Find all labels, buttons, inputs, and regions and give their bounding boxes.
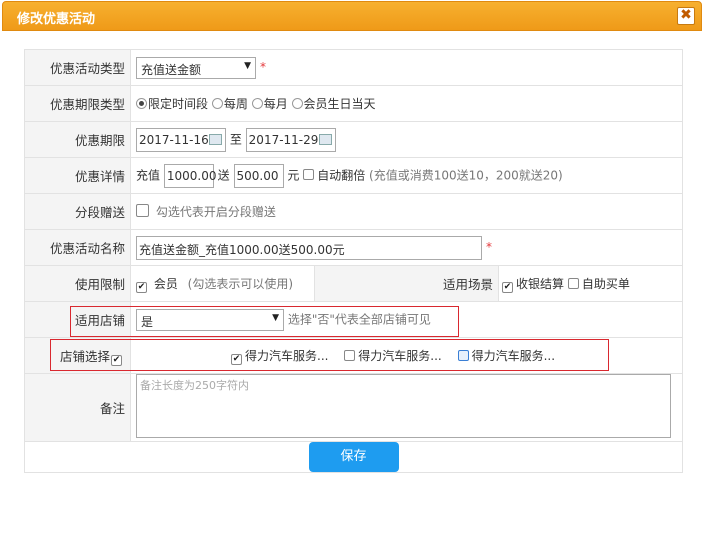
dialog-titlebar: 修改优惠活动 ✖	[2, 1, 702, 31]
radio-icon	[211, 98, 223, 109]
save-row: 保存	[24, 441, 683, 473]
stores-label: 适用店铺	[24, 301, 131, 338]
member-checkbox[interactable]: ✔	[136, 281, 147, 293]
required-mark: *	[260, 60, 266, 74]
calendar-icon[interactable]	[318, 133, 332, 145]
store-checkbox[interactable]: ✔	[231, 353, 242, 365]
radio-icon	[291, 98, 303, 109]
scene-option-checkout: 收银结算	[516, 276, 565, 291]
note-textarea[interactable]	[136, 374, 671, 438]
start-date-input[interactable]: 2017-11-16	[136, 127, 226, 152]
dialog-title: 修改优惠活动	[17, 12, 96, 27]
detail-prefix: 充值	[136, 168, 161, 182]
select-all-stores-checkbox[interactable]: ✔	[111, 354, 122, 366]
calendar-icon[interactable]	[209, 133, 222, 145]
store-select-label: 店铺选择 ✔	[24, 337, 131, 374]
promo-type-label: 优惠活动类型	[24, 49, 131, 86]
stores-hint: 选择"否"代表全部店铺可见	[287, 312, 431, 326]
promo-type-select[interactable]: 充值送金额 ▼	[136, 56, 256, 79]
promo-name-input[interactable]: 充值送金额_充值1000.00送500.00元	[136, 235, 482, 260]
scene-label: 适用场景	[314, 265, 499, 302]
store-checkbox[interactable]	[344, 349, 356, 361]
radio-icon	[136, 98, 147, 109]
stores-select[interactable]: 是 ▼	[136, 308, 284, 331]
radio-icon	[251, 98, 263, 109]
store-item[interactable]: ✔ 得力汽车服务...	[231, 349, 328, 365]
segment-checkbox[interactable]	[136, 204, 149, 217]
store-list: ✔ 得力汽车服务... 得力汽车服务... 得力汽车服务...	[130, 337, 683, 374]
segment-text: 勾选代表开启分段赠送	[155, 205, 276, 219]
date-range-separator: 至	[229, 132, 242, 146]
chevron-down-icon: ▼	[272, 312, 279, 323]
auto-double-checkbox[interactable]	[303, 169, 315, 180]
chevron-down-icon: ▼	[244, 60, 251, 71]
scene-checkbox-selfpay[interactable]	[567, 277, 579, 289]
member-label: 会员	[153, 276, 178, 291]
close-icon[interactable]: ✖	[677, 7, 695, 25]
radio-option-monthly[interactable]: 每月	[251, 97, 288, 111]
member-hint: (勾选表示可以使用)	[187, 276, 294, 291]
store-item[interactable]: 得力汽车服务...	[457, 349, 555, 363]
detail-hint: (充值或消费100送10，200就送20)	[369, 168, 563, 182]
stores-select-value: 是	[141, 314, 154, 329]
required-mark: *	[486, 240, 492, 254]
radio-option-birthday[interactable]: 会员生日当天	[291, 97, 376, 111]
radio-option-weekly[interactable]: 每周	[211, 97, 248, 111]
detail-label: 优惠详情	[24, 157, 131, 194]
promo-form: 优惠活动类型 充值送金额 ▼ * 优惠期限类型 限定时间段 每周 每月 会员生日…	[24, 49, 683, 473]
note-label: 备注	[24, 373, 131, 442]
period-label: 优惠期限	[24, 121, 131, 158]
detail-mid: 送	[217, 168, 230, 182]
store-checkbox[interactable]	[457, 349, 469, 361]
radio-option-range[interactable]: 限定时间段	[136, 97, 208, 111]
segment-label: 分段赠送	[24, 193, 131, 230]
scene-option-selfpay: 自助买单	[581, 276, 630, 291]
store-item[interactable]: 得力汽车服务...	[344, 349, 442, 363]
period-type-radios: 限定时间段 每周 每月 会员生日当天	[130, 85, 683, 122]
promo-name-label: 优惠活动名称	[24, 229, 131, 266]
recharge-amount-input[interactable]: 1000.00	[163, 163, 216, 188]
end-date-input[interactable]: 2017-11-29	[245, 127, 336, 152]
save-button[interactable]: 保存	[308, 442, 399, 472]
limit-label: 使用限制	[24, 265, 131, 302]
bonus-amount-input[interactable]: 500.00	[233, 163, 284, 188]
detail-unit: 元	[287, 168, 300, 182]
promo-type-value: 充值送金额	[141, 62, 202, 77]
auto-double-label: 自动翻倍	[317, 168, 366, 182]
period-type-label: 优惠期限类型	[24, 85, 131, 122]
scene-checkbox-checkout[interactable]: ✔	[502, 281, 513, 293]
